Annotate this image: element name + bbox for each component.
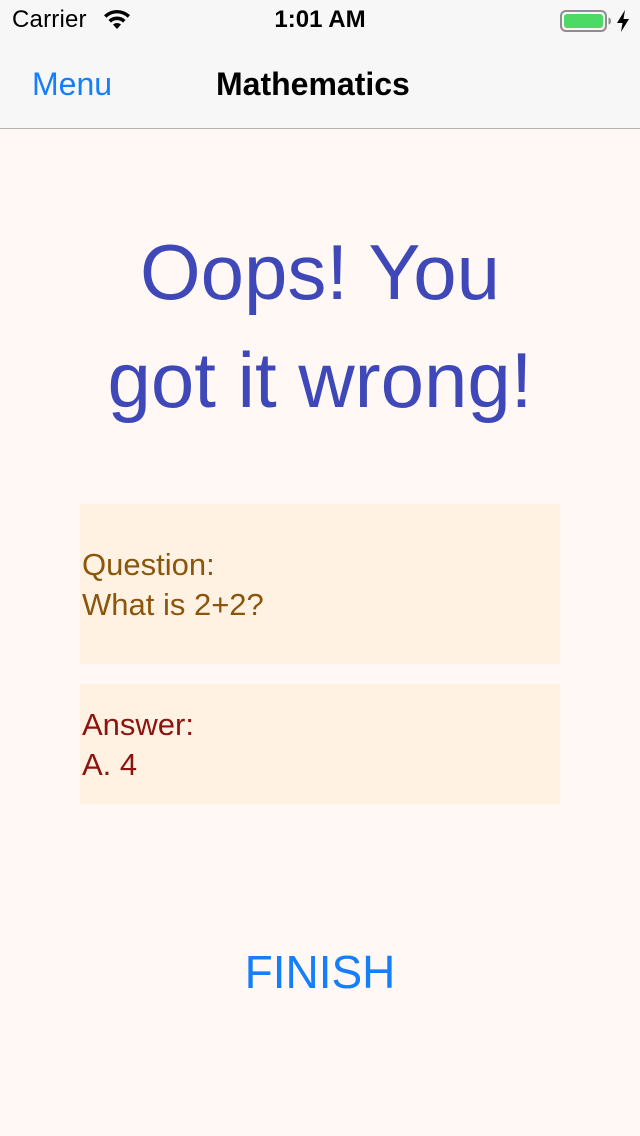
question-card: Question: What is 2+2? xyxy=(80,504,560,664)
result-heading: Oops! You got it wrong! xyxy=(40,218,600,434)
battery-icon xyxy=(560,10,611,32)
finish-button[interactable]: FINISH xyxy=(200,940,440,1004)
navigation-bar: Menu Mathematics xyxy=(0,40,640,129)
question-text: What is 2+2? xyxy=(82,587,264,622)
answer-card: Answer: A. 4 xyxy=(80,684,560,804)
menu-back-button[interactable]: Menu xyxy=(32,66,112,103)
status-bar: Carrier 1:01 AM xyxy=(0,0,640,40)
charging-bolt-icon xyxy=(617,10,629,32)
nav-title: Mathematics xyxy=(216,66,410,102)
result-heading-line-1: Oops! You xyxy=(140,228,500,316)
result-heading-line-2: got it wrong! xyxy=(107,336,533,424)
question-label: Question: xyxy=(82,547,215,582)
answer-label: Answer: xyxy=(82,707,194,742)
quiz-result-screen: Carrier 1:01 AM Menu Mathematics Oops! Y… xyxy=(0,0,640,1136)
answer-text: A. 4 xyxy=(82,747,138,782)
status-time: 1:01 AM xyxy=(274,6,366,33)
